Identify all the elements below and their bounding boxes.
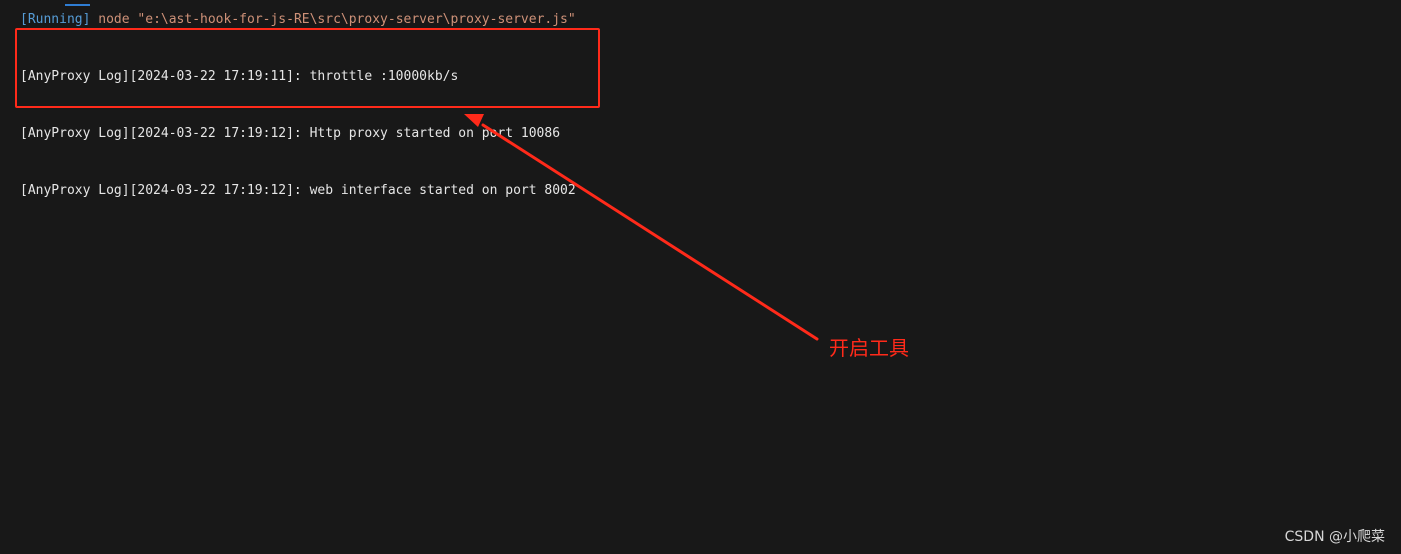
run-command-line: [Running] node "e:\ast-hook-for-js-RE\sr… [20, 10, 576, 29]
log-line: [AnyProxy Log][2024-03-22 17:19:12]: web… [20, 183, 576, 198]
terminal-output[interactable]: [Running] node "e:\ast-hook-for-js-RE\sr… [0, 0, 1401, 554]
annotation-highlight-box [15, 28, 600, 108]
csdn-watermark: CSDN @小爬菜 [1284, 529, 1385, 545]
annotation-label: 开启工具 [829, 336, 909, 360]
active-tab-indicator [65, 4, 90, 6]
command-text: node "e:\ast-hook-for-js-RE\src\proxy-se… [90, 12, 576, 27]
running-status: [Running] [20, 12, 91, 27]
log-line: [AnyProxy Log][2024-03-22 17:19:12]: Htt… [20, 126, 561, 141]
